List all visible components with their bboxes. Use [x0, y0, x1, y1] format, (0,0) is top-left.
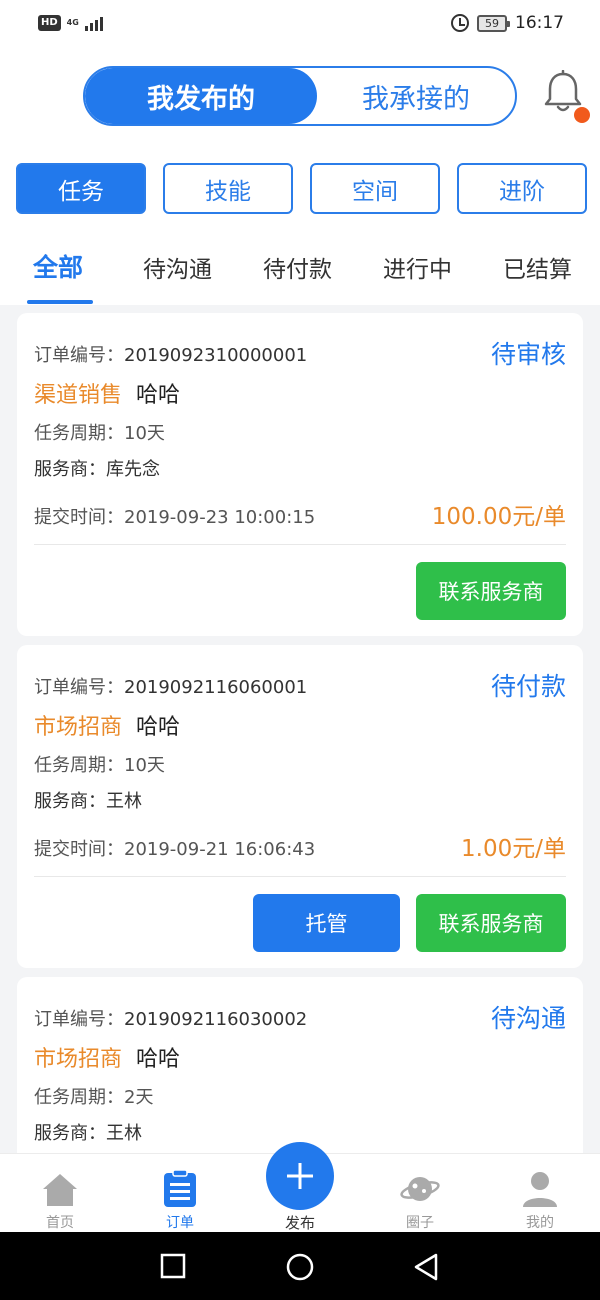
status-tabs: 全部 待沟通 待付款 进行中 已结算	[0, 250, 600, 305]
order-type: 市场招商	[34, 715, 123, 740]
order-type: 渠道销售	[34, 383, 123, 408]
order-type: 市场招商	[34, 1047, 123, 1072]
order-price: 1.00元/单	[461, 836, 566, 862]
system-nav-bar	[0, 1232, 600, 1300]
bottom-nav: 首页 订单 发布 圈子 我的	[0, 1142, 600, 1233]
order-number-row: 订单编号：2019092116060001	[34, 673, 307, 699]
submit-time: 提交时间：2019-09-21 16:06:43	[34, 839, 316, 860]
tab-my-accepted[interactable]: 我承接的	[317, 68, 515, 124]
category-advanced[interactable]: 进阶	[457, 163, 587, 214]
order-name: 哈哈	[136, 715, 181, 740]
order-number-row: 订单编号：2019092116030002	[34, 1005, 307, 1031]
order-name: 哈哈	[136, 383, 181, 408]
network-type: 4G	[66, 18, 79, 27]
nav-home[interactable]: 首页	[0, 1154, 120, 1233]
status-tab-settled[interactable]: 已结算	[503, 250, 572, 284]
recent-apps-icon[interactable]	[160, 1253, 186, 1279]
battery-icon: 59	[477, 14, 510, 32]
nav-mine-label: 我的	[526, 1215, 554, 1231]
user-icon	[523, 1172, 557, 1207]
status-tab-to-communicate[interactable]: 待沟通	[143, 250, 212, 284]
clipboard-icon	[164, 1169, 196, 1207]
order-title: 市场招商 哈哈	[34, 709, 180, 741]
order-number-label: 订单编号：	[34, 345, 124, 366]
order-card[interactable]: 订单编号：2019092116060001 待付款 市场招商 哈哈 任务周期：10…	[17, 645, 583, 968]
status-tab-all[interactable]: 全部	[33, 248, 83, 284]
nav-circle[interactable]: 圈子	[360, 1154, 480, 1233]
category-tabs: 任务 技能 空间 进阶	[16, 163, 587, 214]
task-period: 任务周期：10天	[34, 755, 165, 776]
nav-home-label: 首页	[46, 1215, 74, 1231]
task-period: 任务周期：2天	[34, 1087, 154, 1108]
status-right: 59 16:17	[451, 13, 564, 33]
status-tab-in-progress[interactable]: 进行中	[383, 250, 452, 284]
contact-provider-button[interactable]: 联系服务商	[416, 562, 566, 620]
publish-button[interactable]	[266, 1142, 334, 1210]
hd-badge: HD	[38, 15, 61, 31]
status-bar: HD 4G 59 16:17	[0, 0, 600, 50]
nav-mine[interactable]: 我的	[480, 1154, 600, 1233]
clock: 16:17	[515, 13, 564, 33]
active-tab-indicator	[27, 300, 93, 304]
task-period: 任务周期：10天	[34, 423, 165, 444]
status-left: HD 4G	[38, 15, 103, 31]
category-task[interactable]: 任务	[16, 163, 146, 214]
notification-dot	[574, 107, 590, 123]
order-price: 100.00元/单	[431, 504, 566, 530]
header: 我发布的 我承接的 任务 技能 空间 进阶 全部 待沟通 待付款 进行中 已结算	[0, 50, 600, 305]
tab-my-published[interactable]: 我发布的	[85, 68, 317, 124]
home-icon	[43, 1174, 77, 1206]
home-circle-icon[interactable]	[286, 1253, 314, 1281]
escrow-button[interactable]: 托管	[253, 894, 400, 952]
service-provider: 服务商：王林	[34, 791, 142, 812]
service-provider: 服务商：库先念	[34, 459, 160, 480]
divider	[34, 544, 566, 545]
order-status: 待沟通	[490, 1004, 566, 1033]
order-number-label: 订单编号：	[34, 1009, 124, 1030]
order-number: 2019092116030002	[124, 1009, 308, 1030]
back-icon[interactable]	[413, 1253, 439, 1281]
order-number: 2019092116060001	[124, 677, 308, 698]
order-number-label: 订单编号：	[34, 677, 124, 698]
category-space[interactable]: 空间	[310, 163, 440, 214]
divider	[34, 876, 566, 877]
planet-icon	[400, 1177, 440, 1201]
signal-icon	[84, 15, 103, 31]
order-number-row: 订单编号：2019092310000001	[34, 341, 307, 367]
nav-circle-label: 圈子	[406, 1215, 434, 1231]
alarm-icon	[451, 14, 469, 32]
order-status: 待付款	[490, 672, 566, 701]
order-title: 渠道销售 哈哈	[34, 377, 180, 409]
order-name: 哈哈	[136, 1047, 181, 1072]
plus-icon	[287, 1163, 313, 1189]
order-card[interactable]: 订单编号：2019092310000001 待审核 渠道销售 哈哈 任务周期：10…	[17, 313, 583, 636]
category-skill[interactable]: 技能	[163, 163, 293, 214]
order-status: 待审核	[490, 340, 566, 369]
nav-orders-label: 订单	[166, 1215, 194, 1231]
order-number: 2019092310000001	[124, 345, 308, 366]
contact-provider-button[interactable]: 联系服务商	[416, 894, 566, 952]
publish-accept-toggle: 我发布的 我承接的	[83, 66, 517, 126]
nav-orders[interactable]: 订单	[120, 1154, 240, 1233]
service-provider: 服务商：王林	[34, 1123, 142, 1144]
submit-time: 提交时间：2019-09-23 10:00:15	[34, 507, 316, 528]
nav-publish-label: 发布	[284, 1214, 315, 1232]
order-title: 市场招商 哈哈	[34, 1041, 180, 1073]
status-tab-to-pay[interactable]: 待付款	[263, 250, 332, 284]
